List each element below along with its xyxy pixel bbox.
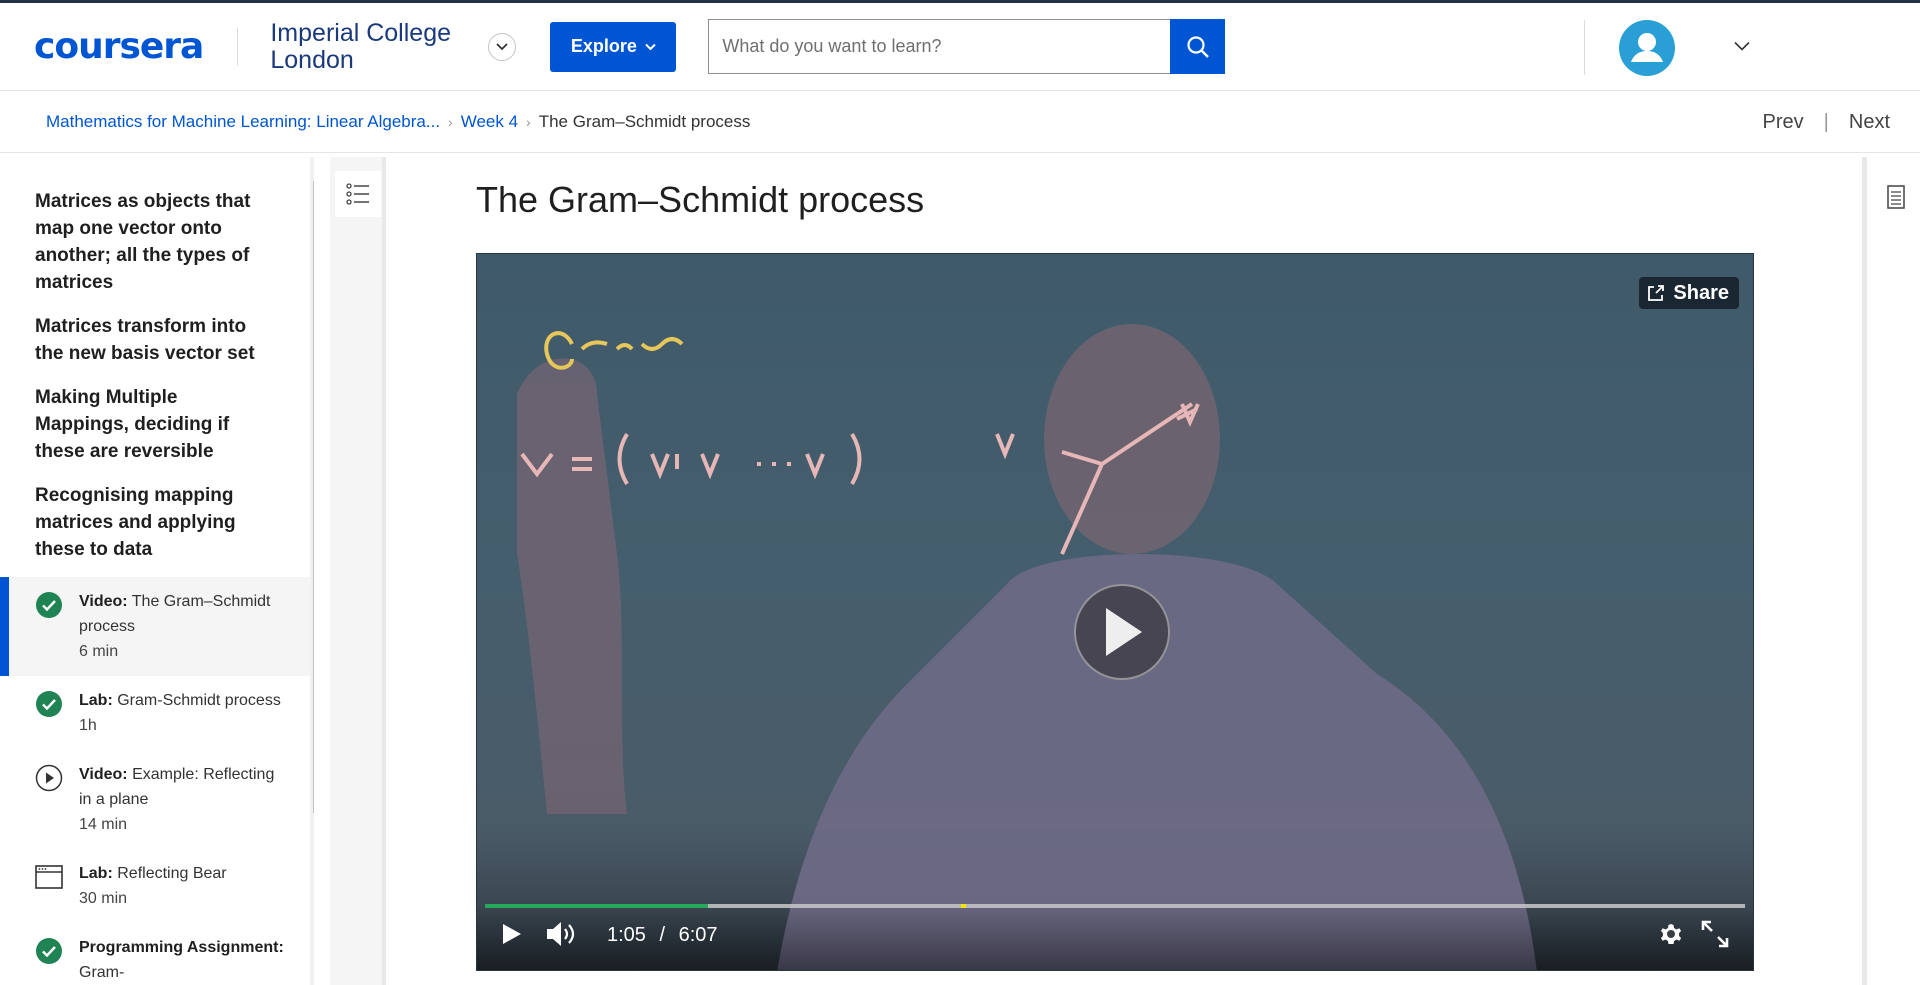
- partner-logo[interactable]: Imperial College London: [270, 19, 460, 74]
- explore-button[interactable]: Explore: [550, 21, 677, 72]
- lesson-heading[interactable]: Matrices transform into the new basis ve…: [0, 313, 310, 367]
- progress-marker: [961, 904, 967, 908]
- sidebar-item-video-reflecting[interactable]: Video: Example: Reflecting in a plane 14…: [0, 750, 310, 849]
- toc-column: [330, 157, 386, 985]
- play-icon[interactable]: [501, 922, 523, 946]
- lesson-heading[interactable]: Making Multiple Mappings, deciding if th…: [0, 384, 310, 465]
- header-divider: [237, 27, 239, 66]
- prev-link[interactable]: Prev: [1763, 111, 1804, 134]
- progress-fill: [485, 904, 709, 908]
- lab-window-icon: [35, 865, 63, 889]
- search-button[interactable]: [1170, 19, 1226, 74]
- item-duration: 30 min: [79, 890, 128, 907]
- item-kind: Video:: [79, 593, 128, 610]
- sidebar-item-lab-gram-schmidt[interactable]: Lab: Gram-Schmidt process 1h: [0, 676, 310, 750]
- item-kind: Programming Assignment:: [79, 939, 284, 956]
- breadcrumb: Mathematics for Machine Learning: Linear…: [0, 91, 1920, 153]
- notes-icon[interactable]: [1887, 185, 1905, 209]
- check-circle-icon: [36, 592, 62, 618]
- current-time: 1:05: [607, 924, 646, 946]
- lesson-heading[interactable]: Matrices as objects that map one vector …: [0, 188, 310, 296]
- chevron-down-icon[interactable]: [1734, 41, 1750, 51]
- item-kind: Lab:: [79, 692, 113, 709]
- play-icon: [1106, 608, 1142, 656]
- item-kind: Lab:: [79, 865, 113, 882]
- breadcrumb-current: The Gram–Schmidt process: [538, 111, 751, 131]
- breadcrumb-course-link[interactable]: Mathematics for Machine Learning: Linear…: [46, 112, 440, 132]
- player-controls: 1:05 / 6:07: [477, 904, 1753, 970]
- total-duration: 6:07: [678, 924, 718, 946]
- sidebar-item-lab-reflecting-bear[interactable]: Lab: Reflecting Bear 30 min: [0, 849, 310, 923]
- user-icon: [1631, 33, 1663, 62]
- search-icon: [1187, 35, 1209, 58]
- coursera-logo[interactable]: coursera: [34, 26, 204, 67]
- chevron-right-icon: ›: [448, 113, 453, 130]
- chevron-down-icon[interactable]: [488, 32, 517, 61]
- search-box: [708, 19, 1226, 74]
- item-duration: 1h: [79, 717, 97, 734]
- top-header: coursera Imperial College London Explore: [0, 3, 1920, 91]
- item-title: Gram-: [79, 964, 125, 981]
- share-icon: [1648, 285, 1665, 301]
- chevron-down-icon: [645, 43, 656, 50]
- page-title: The Gram–Schmidt process: [476, 179, 925, 220]
- progress-bar[interactable]: [485, 904, 1745, 908]
- sidebar-scrollbar[interactable]: [310, 157, 314, 985]
- search-input[interactable]: [708, 19, 1171, 74]
- video-player[interactable]: Share 1:05 / 6:07: [476, 253, 1754, 971]
- time-display: 1:05 / 6:07: [607, 924, 718, 947]
- big-play-button[interactable]: [1074, 584, 1170, 680]
- nav-divider: |: [1823, 111, 1829, 133]
- check-circle-icon: [36, 938, 62, 964]
- chevron-right-icon: ›: [526, 113, 531, 130]
- prev-next-nav: Prev | Next: [1763, 111, 1890, 134]
- toc-toggle-button[interactable]: [335, 171, 381, 217]
- header-divider: [1584, 20, 1585, 75]
- item-title: Gram-Schmidt process: [117, 692, 281, 709]
- item-title: Reflecting Bear: [117, 865, 227, 882]
- user-avatar[interactable]: [1619, 20, 1675, 76]
- explore-label: Explore: [570, 36, 637, 56]
- gear-icon[interactable]: [1657, 920, 1685, 948]
- right-rail: [1862, 157, 1920, 985]
- play-circle-icon: [35, 764, 63, 792]
- share-label: Share: [1673, 281, 1729, 304]
- share-button[interactable]: Share: [1639, 277, 1739, 309]
- check-circle-icon: [36, 691, 62, 717]
- volume-icon[interactable]: [545, 920, 577, 948]
- next-link[interactable]: Next: [1849, 111, 1890, 134]
- sidebar-item-video-gram-schmidt[interactable]: Video: The Gram–Schmidt process 6 min: [0, 577, 310, 676]
- fullscreen-icon[interactable]: [1701, 920, 1729, 948]
- list-icon: [346, 183, 369, 205]
- course-sidebar: Matrices as objects that map one vector …: [0, 157, 314, 985]
- breadcrumb-week-link[interactable]: Week 4: [461, 112, 518, 132]
- scrollbar-thumb[interactable]: [313, 181, 314, 813]
- time-separator: /: [659, 924, 666, 946]
- item-duration: 6 min: [79, 643, 119, 660]
- sidebar-item-programming-assignment[interactable]: Programming Assignment: Gram-: [0, 923, 310, 985]
- item-kind: Video:: [79, 766, 128, 783]
- lesson-heading[interactable]: Recognising mapping matrices and applyin…: [0, 482, 310, 563]
- sidebar-content: Matrices as objects that map one vector …: [0, 157, 310, 985]
- item-duration: 14 min: [79, 816, 128, 833]
